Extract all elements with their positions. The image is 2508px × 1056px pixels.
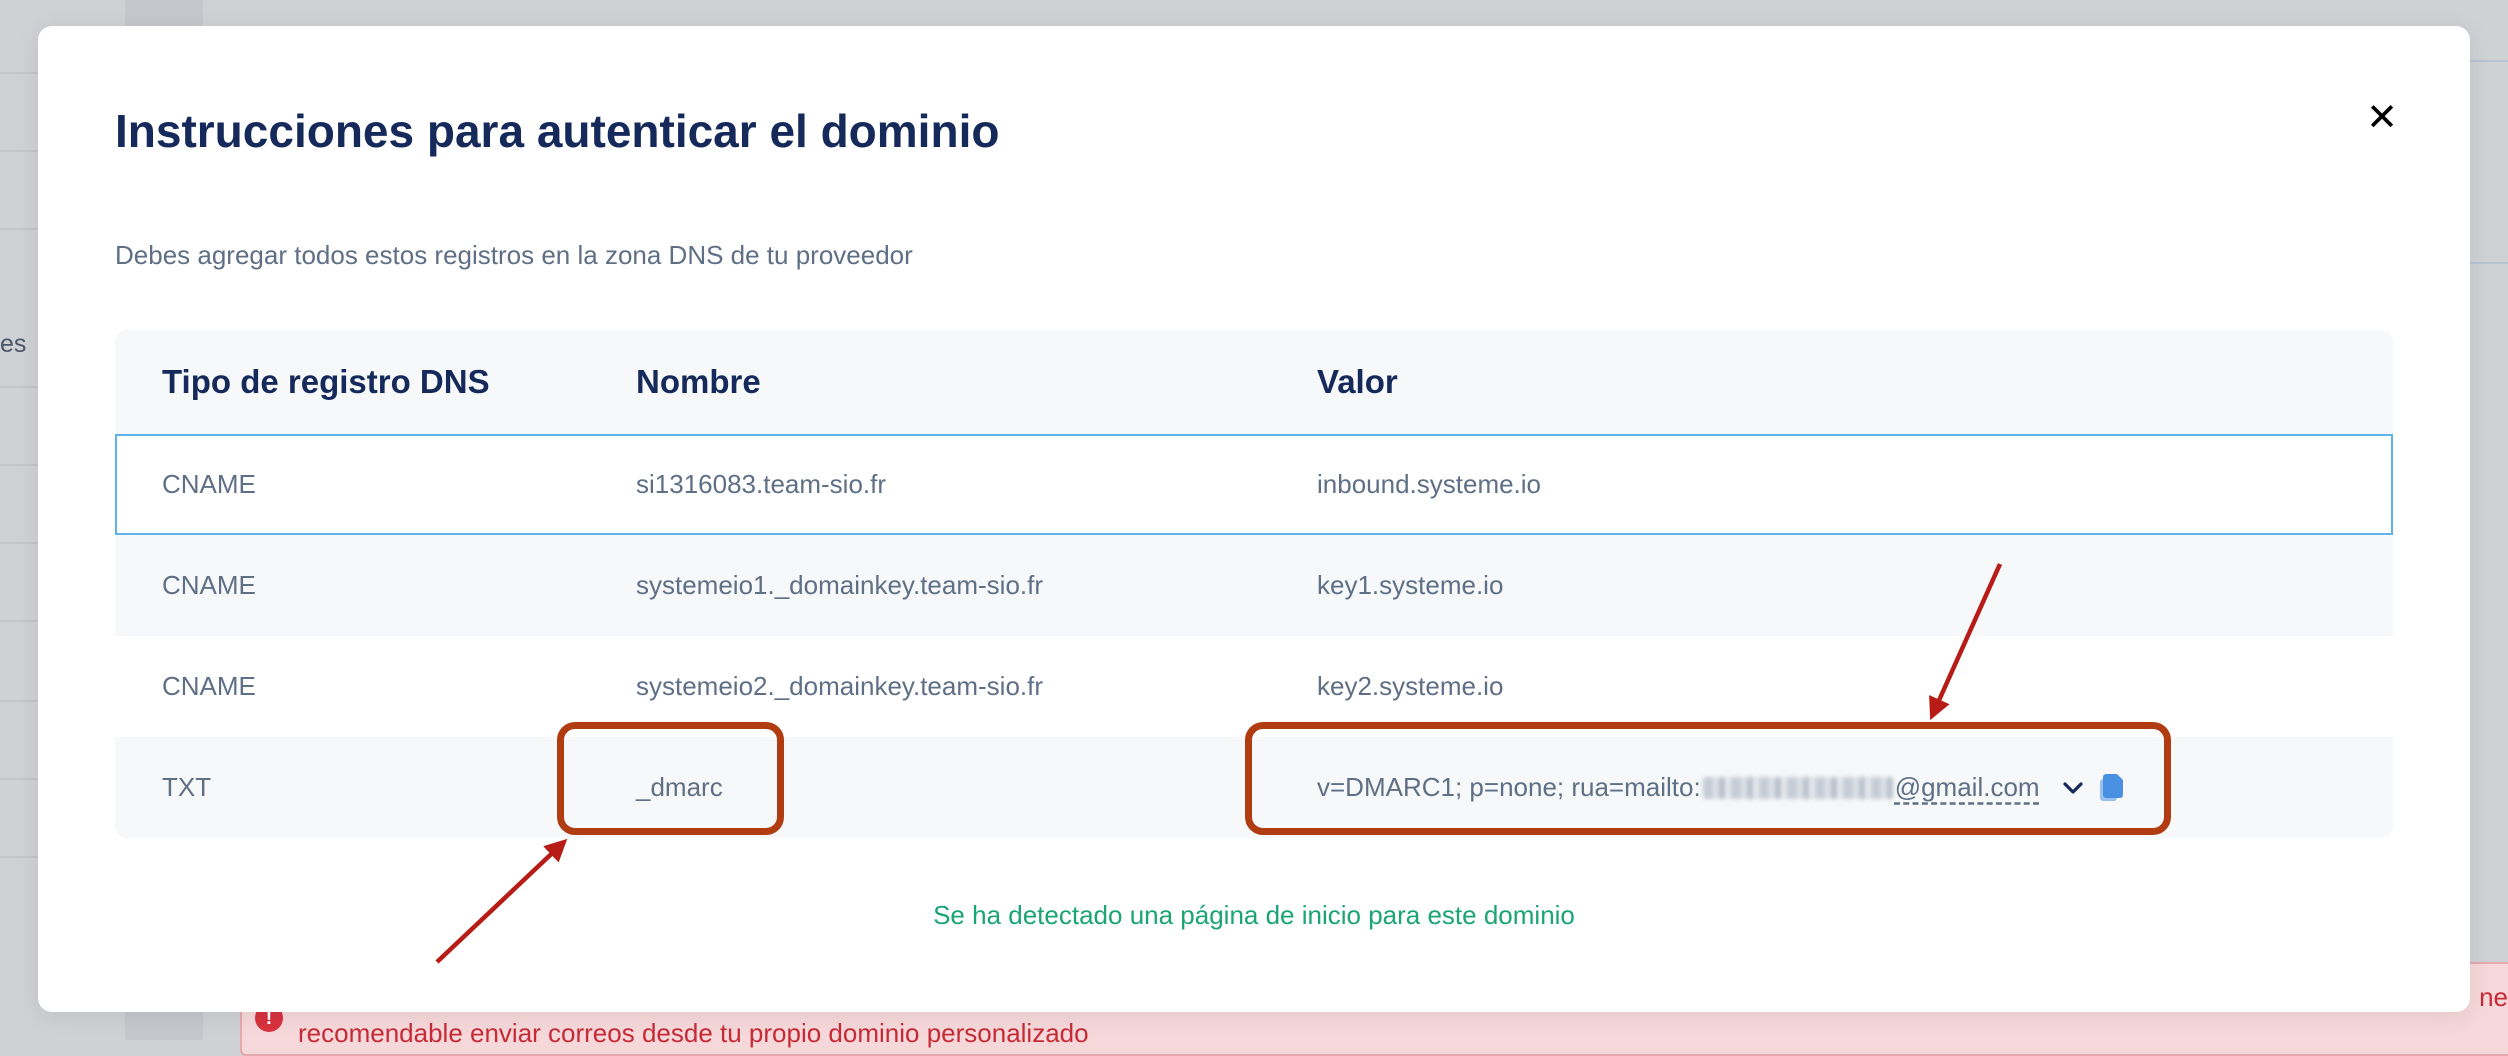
close-button[interactable]: ✕ (2358, 94, 2406, 142)
record-value-cell[interactable]: key2.systeme.io (1317, 636, 1503, 737)
copy-icon[interactable] (2098, 773, 2124, 803)
column-header-type: Tipo de registro DNS (162, 363, 490, 400)
background-text-fragment: es (0, 330, 27, 358)
record-value-cell[interactable]: key1.systeme.io (1317, 535, 1503, 636)
chevron-down-icon[interactable] (2062, 777, 2084, 799)
close-icon: ✕ (2366, 97, 2398, 139)
record-name-cell[interactable]: _dmarc (636, 737, 723, 838)
record-type-cell: TXT (162, 772, 212, 802)
column-header-value: Valor (1317, 363, 1398, 400)
domain-auth-modal: Instrucciones para autenticar el dominio… (38, 26, 2470, 1012)
background-divider (2468, 262, 2508, 264)
table-row[interactable]: CNAME systemeio1._domainkey.team-sio.fr … (115, 535, 2393, 636)
record-type-cell: CNAME (162, 469, 256, 499)
redacted-email-user (1702, 776, 1893, 799)
background-alert-text: recomendable enviar correos desde tu pro… (298, 1018, 1089, 1048)
table-row[interactable]: CNAME si1316083.team-sio.fr inbound.syst… (115, 434, 2393, 535)
record-name-cell[interactable]: si1316083.team-sio.fr (636, 436, 886, 533)
table-row[interactable]: CNAME systemeio2._domainkey.team-sio.fr … (115, 636, 2393, 737)
record-name-cell[interactable]: systemeio2._domainkey.team-sio.fr (636, 636, 1043, 737)
table-header-row: Tipo de registro DNS Nombre Valor (115, 330, 2393, 434)
dmarc-email-domain: @gmail.com (1894, 772, 2040, 802)
modal-subtitle: Debes agregar todos estos registros en l… (115, 240, 913, 270)
dns-records-table: Tipo de registro DNS Nombre Valor CNAME … (115, 330, 2393, 838)
record-value-cell[interactable]: v=DMARC1; p=none; rua=mailto: @gmail.com (1317, 737, 2124, 838)
record-name-cell[interactable]: systemeio1._domainkey.team-sio.fr (636, 535, 1043, 636)
background-alert-text-fragment: ne (2479, 982, 2508, 1012)
record-value-cell[interactable]: inbound.systeme.io (1317, 436, 1541, 533)
modal-title: Instrucciones para autenticar el dominio (115, 105, 1000, 157)
background-divider (2468, 60, 2508, 62)
record-type-cell: CNAME (162, 671, 256, 701)
record-type-cell: CNAME (162, 570, 256, 600)
homepage-detected-message: Se ha detectado una página de inicio par… (933, 900, 1575, 930)
column-header-name: Nombre (636, 363, 761, 400)
table-row[interactable]: TXT _dmarc v=DMARC1; p=none; rua=mailto:… (115, 737, 2393, 838)
dmarc-value-prefix: v=DMARC1; p=none; rua=mailto: (1317, 772, 1701, 802)
